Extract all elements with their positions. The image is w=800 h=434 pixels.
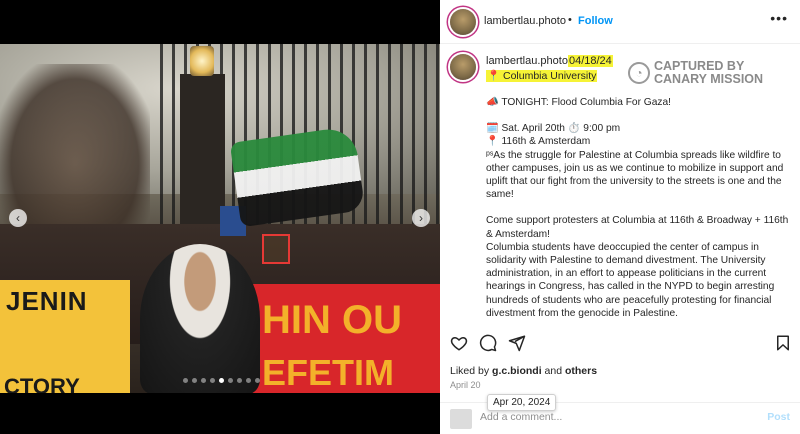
caption-gap bbox=[486, 109, 792, 122]
follow-button[interactable]: Follow bbox=[578, 15, 613, 27]
caption-text: 📣 TONIGHT: Flood Columbia For Gaza! 🗓️ Sa… bbox=[486, 96, 792, 320]
banner-right-text: HIN OU bbox=[262, 298, 402, 342]
comment-icon[interactable] bbox=[479, 334, 497, 352]
location-label: Columbia University bbox=[503, 70, 597, 82]
avatar[interactable] bbox=[450, 9, 476, 35]
caption-line: Columbia students have deoccupied the ce… bbox=[486, 241, 775, 319]
post-date[interactable]: April 20 bbox=[450, 380, 481, 390]
carousel-dot[interactable] bbox=[183, 378, 188, 383]
carousel-dot[interactable] bbox=[219, 378, 224, 383]
caption-line: 📣 TONIGHT: Flood Columbia For Gaza! bbox=[486, 97, 671, 108]
caption-header: lambertlau.photo04/18/24 bbox=[486, 55, 613, 67]
photo-flag bbox=[229, 125, 366, 228]
liked-by-user[interactable]: g.c.biondi bbox=[492, 365, 542, 377]
carousel-next-button[interactable]: › bbox=[412, 209, 430, 227]
carousel-dot[interactable] bbox=[237, 378, 242, 383]
heart-icon[interactable] bbox=[450, 334, 468, 352]
canary-logo-icon: ◔ bbox=[628, 62, 650, 84]
caption-line: Come support protesters at Columbia at 1… bbox=[486, 215, 789, 240]
emoji-icon[interactable] bbox=[450, 409, 472, 429]
more-icon[interactable]: ••• bbox=[770, 10, 788, 26]
media-panel: JENIN CTORY HIN OU EFETIM ‹ › bbox=[0, 0, 440, 434]
caption-line: ᵖˢAs the struggle for Palestine at Colum… bbox=[486, 149, 784, 201]
caption-gap bbox=[486, 201, 792, 214]
carousel-dot[interactable] bbox=[210, 378, 215, 383]
watermark-text: CAPTURED BY CANARY MISSION bbox=[654, 59, 764, 86]
post-header: lambertlau.photo • Follow ••• bbox=[440, 0, 800, 44]
photo-person bbox=[140, 244, 260, 393]
bookmark-icon[interactable] bbox=[774, 334, 792, 352]
likes-line: Liked by g.c.biondi and others bbox=[450, 365, 598, 377]
carousel-dot[interactable] bbox=[255, 378, 260, 383]
watermark: ◔ CAPTURED BY CANARY MISSION bbox=[628, 60, 774, 86]
caption-area: lambertlau.photo04/18/24 📍 Columbia Univ… bbox=[440, 44, 800, 326]
share-icon[interactable] bbox=[508, 334, 526, 352]
separator-dot: • bbox=[568, 14, 572, 26]
banner-left-text-2: CTORY bbox=[4, 374, 80, 393]
carousel-dot[interactable] bbox=[228, 378, 233, 383]
post-comment-button[interactable]: Post bbox=[767, 411, 790, 423]
caption-line: 🗓️ Sat. April 20th ⏱️ 9:00 pm bbox=[486, 123, 621, 135]
liked-by-others[interactable]: others bbox=[565, 365, 597, 377]
photo-lamp bbox=[190, 46, 214, 76]
caption-line: 📍 116th & Amsterdam bbox=[486, 136, 591, 148]
caption-username[interactable]: lambertlau.photo bbox=[486, 55, 568, 67]
carousel-dot[interactable] bbox=[246, 378, 251, 383]
post-photo[interactable]: JENIN CTORY HIN OU EFETIM bbox=[0, 44, 440, 393]
action-bar bbox=[440, 330, 800, 358]
location[interactable]: 📍 Columbia University bbox=[486, 69, 598, 82]
banner-right-text-2: EFETIM bbox=[262, 352, 394, 393]
date-highlight: 04/18/24 bbox=[567, 55, 613, 67]
carousel-dots bbox=[183, 378, 260, 383]
header-username[interactable]: lambertlau.photo bbox=[484, 15, 566, 27]
date-tooltip: Apr 20, 2024 bbox=[487, 394, 557, 411]
comment-input[interactable]: Add a comment... bbox=[480, 411, 562, 423]
banner-left-text: JENIN bbox=[6, 286, 88, 316]
carousel-dot[interactable] bbox=[201, 378, 206, 383]
carousel-dot[interactable] bbox=[192, 378, 197, 383]
pin-icon: 📍 bbox=[487, 70, 501, 82]
highlight-box bbox=[262, 234, 290, 264]
carousel-prev-button[interactable]: ‹ bbox=[9, 209, 27, 227]
caption-avatar[interactable] bbox=[450, 54, 476, 80]
post-side-panel: lambertlau.photo • Follow ••• lambertlau… bbox=[440, 0, 800, 434]
